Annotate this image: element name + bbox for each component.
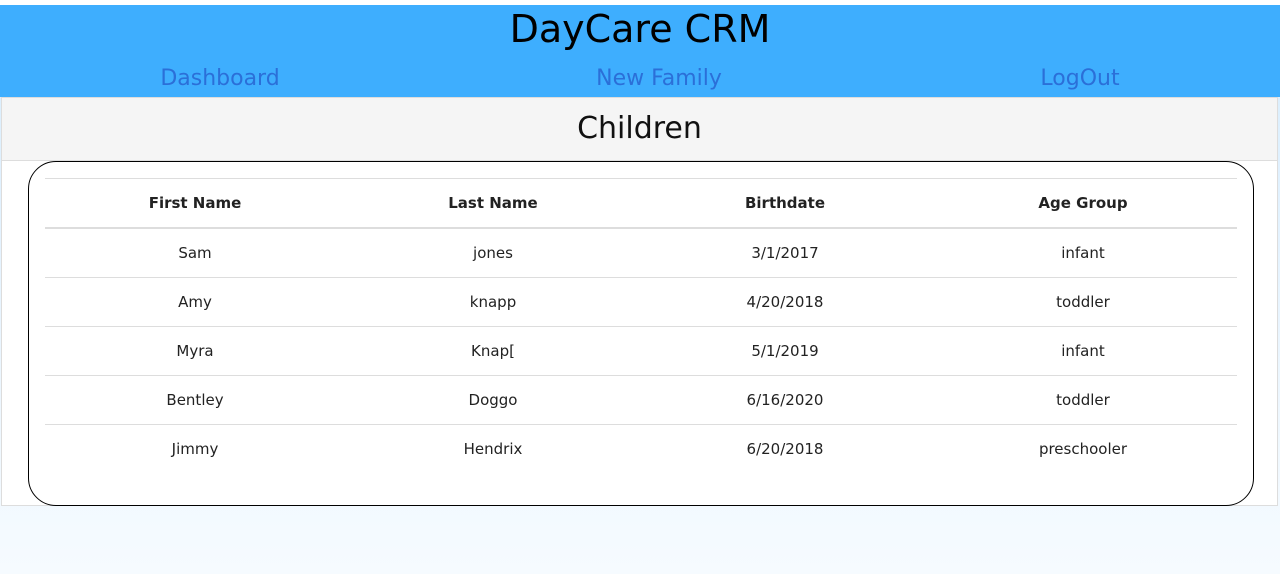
column-header-first-name[interactable]: First Name xyxy=(45,178,345,229)
cell-age-group: preschooler xyxy=(1038,440,1128,458)
table-row[interactable]: Amy knapp 4/20/2018 toddler xyxy=(45,277,1237,327)
cell-last-name: knapp xyxy=(345,277,641,327)
nav-dashboard-link[interactable]: Dashboard xyxy=(120,64,320,94)
cell-first-name: Amy xyxy=(45,277,345,327)
cell-birthdate: 4/20/2018 xyxy=(641,277,929,327)
cell-last-name: Hendrix xyxy=(463,440,523,458)
cell-first-name: Sam xyxy=(45,228,345,278)
cell-age-group: toddler xyxy=(929,277,1237,327)
cell-birthdate: 3/1/2017 xyxy=(641,228,929,278)
app-title: DayCare CRM xyxy=(509,7,771,51)
cell-birthdate: 6/16/2020 xyxy=(641,375,929,425)
table-row[interactable]: Jimmy Hendrix 6/20/2018 preschooler xyxy=(45,425,1237,474)
column-header-birthdate[interactable]: Birthdate xyxy=(641,178,929,229)
table-row[interactable]: Sam jones 3/1/2017 infant xyxy=(45,228,1237,278)
cell-first-name: Jimmy xyxy=(171,440,219,458)
cell-birthdate: 5/1/2019 xyxy=(641,326,929,376)
table-row[interactable]: Bentley Doggo 6/16/2020 toddler xyxy=(45,375,1237,425)
cell-age-group: infant xyxy=(929,228,1237,278)
children-panel: Children First Name Last Name Birthdate … xyxy=(1,97,1278,506)
cell-last-name: Knap[ xyxy=(345,326,641,376)
nav-logout-link[interactable]: LogOut xyxy=(1000,64,1160,94)
cell-first-name: Myra xyxy=(45,326,345,376)
cell-birthdate: 6/20/2018 xyxy=(746,440,824,458)
cell-age-group: toddler xyxy=(929,375,1237,425)
panel-heading: Children xyxy=(2,98,1277,161)
children-table: First Name Last Name Birthdate Age Group… xyxy=(45,178,1237,473)
cell-last-name: jones xyxy=(345,228,641,278)
panel-title: Children xyxy=(577,111,702,146)
cell-first-name: Bentley xyxy=(45,375,345,425)
cell-age-group: infant xyxy=(929,326,1237,376)
table-row[interactable]: Myra Knap[ 5/1/2019 infant xyxy=(45,326,1237,376)
nav-new-family-link[interactable]: New Family xyxy=(559,64,759,94)
table-container: First Name Last Name Birthdate Age Group… xyxy=(28,161,1254,506)
table-header-row: First Name Last Name Birthdate Age Group xyxy=(45,178,1237,229)
column-header-age-group[interactable]: Age Group xyxy=(929,178,1237,229)
column-header-last-name[interactable]: Last Name xyxy=(345,178,641,229)
cell-last-name: Doggo xyxy=(345,375,641,425)
